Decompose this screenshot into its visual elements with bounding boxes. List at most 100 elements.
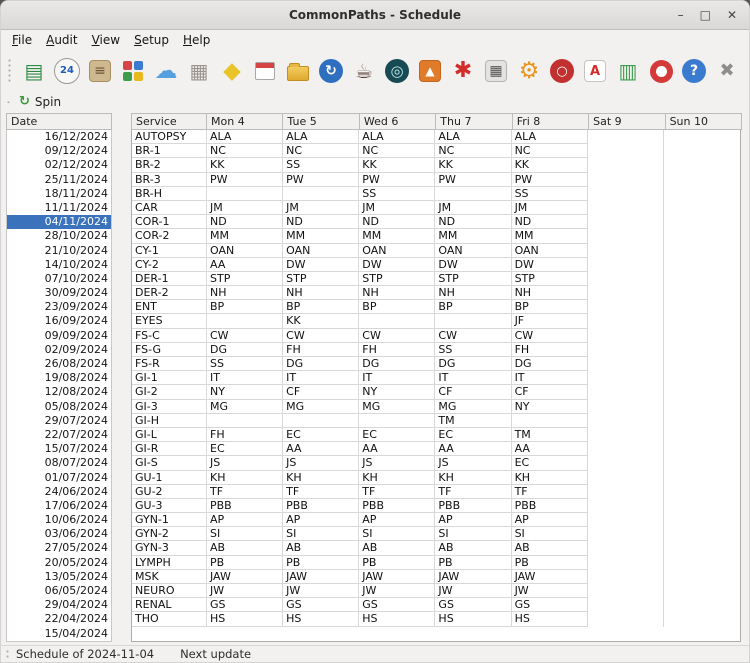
- schedule-cell[interactable]: IT: [512, 371, 588, 385]
- schedule-cell-sunday[interactable]: [664, 187, 740, 201]
- schedule-cell[interactable]: EC: [207, 442, 283, 456]
- date-item[interactable]: 16/12/2024: [7, 130, 111, 144]
- schedule-cell-sunday[interactable]: [664, 314, 740, 328]
- schedule-cell[interactable]: HS: [512, 612, 588, 626]
- schedule-cell[interactable]: MG: [283, 400, 359, 414]
- clock-24-icon[interactable]: 24: [53, 57, 81, 85]
- schedule-cell[interactable]: EC: [512, 456, 588, 470]
- schedule-cell-saturday[interactable]: [588, 130, 664, 144]
- schedule-cell[interactable]: DG: [283, 357, 359, 371]
- table-columns-icon[interactable]: ▥: [614, 57, 642, 85]
- date-item[interactable]: 12/08/2024: [7, 385, 111, 399]
- schedule-cell[interactable]: [207, 187, 283, 201]
- schedule-cell-sunday[interactable]: [664, 300, 740, 314]
- schedule-cell[interactable]: CW: [207, 329, 283, 343]
- schedule-cell[interactable]: TF: [512, 485, 588, 499]
- image-icon[interactable]: ▲: [416, 57, 444, 85]
- schedule-cell[interactable]: PBB: [512, 499, 588, 513]
- schedule-cell[interactable]: AP: [359, 513, 435, 527]
- date-item[interactable]: 01/07/2024: [7, 471, 111, 485]
- schedule-cell[interactable]: HS: [435, 612, 511, 626]
- date-item[interactable]: 18/11/2024: [7, 187, 111, 201]
- schedule-cell[interactable]: TF: [435, 485, 511, 499]
- schedule-cell-sunday[interactable]: [664, 130, 740, 144]
- schedule-cell[interactable]: NC: [435, 144, 511, 158]
- date-item[interactable]: 25/11/2024: [7, 173, 111, 187]
- date-item[interactable]: 24/06/2024: [7, 485, 111, 499]
- menu-help[interactable]: Help: [176, 32, 217, 48]
- schedule-cell[interactable]: MM: [359, 229, 435, 243]
- schedule-cell[interactable]: FH: [283, 343, 359, 357]
- schedule-cell-sunday[interactable]: [664, 400, 740, 414]
- schedule-cell[interactable]: [359, 314, 435, 328]
- schedule-cell[interactable]: TM: [512, 428, 588, 442]
- schedule-cell[interactable]: SI: [359, 527, 435, 541]
- schedule-cell-saturday[interactable]: [588, 215, 664, 229]
- schedule-cell-saturday[interactable]: [588, 400, 664, 414]
- cloud-icon[interactable]: ☁: [152, 57, 180, 85]
- schedule-cell-saturday[interactable]: [588, 570, 664, 584]
- schedule-cell[interactable]: ALA: [512, 130, 588, 144]
- schedule-cell[interactable]: AA: [207, 258, 283, 272]
- schedule-cell[interactable]: PW: [207, 173, 283, 187]
- date-item[interactable]: 03/06/2024: [7, 527, 111, 541]
- schedule-cell-sunday[interactable]: [664, 456, 740, 470]
- schedule-cell-sunday[interactable]: [664, 371, 740, 385]
- schedule-cell[interactable]: CW: [283, 329, 359, 343]
- schedule-cell[interactable]: PBB: [283, 499, 359, 513]
- schedule-cell[interactable]: JW: [435, 584, 511, 598]
- schedule-cell[interactable]: CW: [359, 329, 435, 343]
- date-item[interactable]: 28/10/2024: [7, 229, 111, 243]
- schedule-cell[interactable]: STP: [283, 272, 359, 286]
- date-item[interactable]: 15/04/2024: [7, 627, 111, 641]
- service-cell[interactable]: DER-1: [132, 272, 207, 286]
- column-header-service[interactable]: Service: [131, 113, 207, 130]
- schedule-cell[interactable]: IT: [283, 371, 359, 385]
- schedule-cell[interactable]: KH: [207, 471, 283, 485]
- schedule-cell[interactable]: ND: [359, 215, 435, 229]
- schedule-cell[interactable]: EC: [283, 428, 359, 442]
- globe-icon[interactable]: ◎: [383, 57, 411, 85]
- schedule-cell[interactable]: SI: [283, 527, 359, 541]
- clipboard-icon[interactable]: ≡: [86, 57, 114, 85]
- schedule-cell-sunday[interactable]: [664, 343, 740, 357]
- service-cell[interactable]: GI-R: [132, 442, 207, 456]
- date-item[interactable]: 13/05/2024: [7, 570, 111, 584]
- service-cell[interactable]: GI-H: [132, 414, 207, 428]
- schedule-cell[interactable]: PBB: [359, 499, 435, 513]
- date-item[interactable]: 05/08/2024: [7, 400, 111, 414]
- schedule-cell[interactable]: NY: [359, 385, 435, 399]
- schedule-cell[interactable]: JS: [207, 456, 283, 470]
- schedule-cell[interactable]: PW: [359, 173, 435, 187]
- schedule-cell[interactable]: JAW: [435, 570, 511, 584]
- schedule-cell-sunday[interactable]: [664, 173, 740, 187]
- schedule-cell[interactable]: NH: [207, 286, 283, 300]
- schedule-cell[interactable]: AA: [359, 442, 435, 456]
- schedule-cell-saturday[interactable]: [588, 329, 664, 343]
- schedule-cell-saturday[interactable]: [588, 485, 664, 499]
- schedule-cell[interactable]: OAN: [283, 244, 359, 258]
- schedule-cell[interactable]: HS: [283, 612, 359, 626]
- schedule-cell[interactable]: JS: [359, 456, 435, 470]
- schedule-cell[interactable]: [207, 314, 283, 328]
- schedule-cell-saturday[interactable]: [588, 371, 664, 385]
- schedule-cell-sunday[interactable]: [664, 258, 740, 272]
- date-item[interactable]: 26/08/2024: [7, 357, 111, 371]
- schedule-cell[interactable]: STP: [207, 272, 283, 286]
- service-cell[interactable]: THO: [132, 612, 207, 626]
- date-item[interactable]: 15/07/2024: [7, 442, 111, 456]
- date-item[interactable]: 07/10/2024: [7, 272, 111, 286]
- schedule-cell[interactable]: JAW: [207, 570, 283, 584]
- schedule-cell[interactable]: PW: [283, 173, 359, 187]
- schedule-cell[interactable]: NH: [512, 286, 588, 300]
- date-item[interactable]: 22/04/2024: [7, 612, 111, 626]
- service-cell[interactable]: GI-S: [132, 456, 207, 470]
- service-cell[interactable]: GU-1: [132, 471, 207, 485]
- schedule-cell[interactable]: TF: [283, 485, 359, 499]
- date-item[interactable]: 02/12/2024: [7, 158, 111, 172]
- schedule-cell-sunday[interactable]: [664, 329, 740, 343]
- service-cell[interactable]: COR-1: [132, 215, 207, 229]
- schedule-cell-saturday[interactable]: [588, 343, 664, 357]
- schedule-cell[interactable]: TF: [207, 485, 283, 499]
- date-item[interactable]: 22/07/2024: [7, 428, 111, 442]
